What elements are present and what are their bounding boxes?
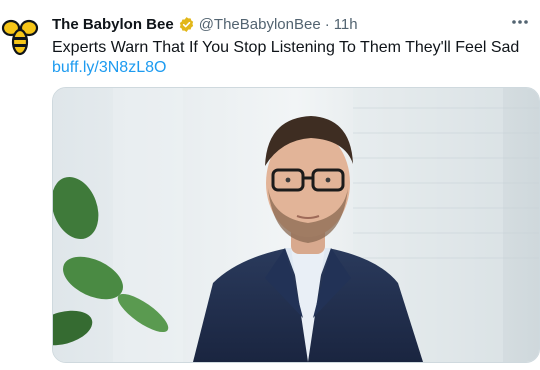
tweet-timestamp[interactable]: 11h <box>334 16 358 33</box>
avatar[interactable] <box>0 16 40 56</box>
tweet-text: Experts Warn That If You Stop Listening … <box>52 39 520 56</box>
tweet[interactable]: The Babylon Bee @TheBabylonBee · 11h Exp… <box>0 0 540 370</box>
verified-badge-icon <box>178 16 195 33</box>
author-handle[interactable]: @TheBabylonBee <box>199 16 321 33</box>
author-name[interactable]: The Babylon Bee <box>52 16 174 33</box>
tweet-link[interactable]: buff.ly/3N8zL8O <box>52 58 166 78</box>
photo-man-in-suit-icon <box>53 88 539 362</box>
more-options-icon[interactable] <box>508 12 532 32</box>
babylon-bee-logo-icon <box>1 19 39 56</box>
tweet-media-image[interactable] <box>52 87 540 363</box>
tweet-header: The Babylon Bee @TheBabylonBee · 11h <box>52 14 500 34</box>
header-separator: · <box>324 15 330 33</box>
